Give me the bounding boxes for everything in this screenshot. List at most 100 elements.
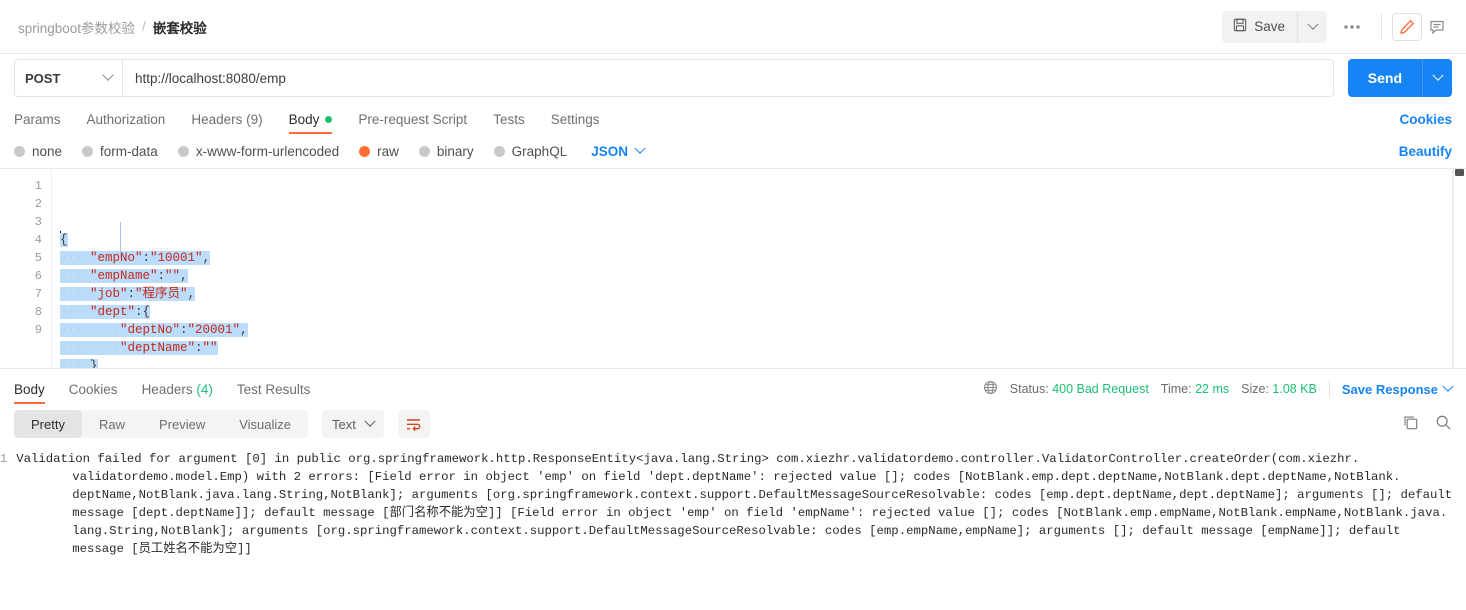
- editor-line[interactable]: ····"empName":"",: [60, 267, 1466, 285]
- size-value: 1.08 KB: [1272, 382, 1317, 396]
- save-response-label: Save Response: [1341, 381, 1438, 397]
- tab-body[interactable]: Body: [288, 112, 333, 134]
- indent-guide: [120, 222, 122, 258]
- radio-icon: [418, 145, 430, 157]
- meta-divider: [1328, 381, 1330, 397]
- size-label: Size:: [1241, 382, 1269, 396]
- body-type-form-data[interactable]: form-data: [82, 144, 158, 159]
- body-type-binary[interactable]: binary: [418, 143, 474, 159]
- tab-pre-request-script[interactable]: Pre-request Script: [358, 112, 467, 134]
- view-mode-raw[interactable]: Raw: [82, 410, 142, 438]
- url-input[interactable]: http://localhost:8080/emp: [122, 59, 1334, 97]
- response-body-viewer[interactable]: 1 Validation failed for argument [0] in …: [0, 444, 1466, 610]
- body-type-raw[interactable]: raw: [359, 144, 399, 159]
- view-mode-segmented-control: Pretty Raw Preview Visualize: [14, 410, 309, 438]
- view-mode-pretty[interactable]: Pretty: [14, 410, 82, 438]
- word-wrap-button[interactable]: [397, 410, 430, 438]
- edit-mode-button[interactable]: [1392, 12, 1422, 41]
- tab-label: Settings: [550, 112, 600, 127]
- cookies-link[interactable]: Cookies: [1399, 112, 1452, 134]
- tab-tests[interactable]: Tests: [493, 112, 525, 134]
- comments-button[interactable]: [1422, 13, 1452, 41]
- editor-line-numbers: 1 2 3 4 5 6 7 8 9: [0, 169, 52, 368]
- body-type-x-www-form-urlencoded[interactable]: x-www-form-urlencoded: [177, 144, 339, 159]
- tab-headers[interactable]: Headers (9): [191, 112, 262, 134]
- response-meta: Status: 400 Bad Request Time: 22 ms Size…: [983, 380, 1454, 404]
- tab-authorization[interactable]: Authorization: [87, 112, 166, 134]
- body-type-label: binary: [436, 143, 474, 159]
- body-type-none[interactable]: none: [14, 144, 62, 159]
- send-button[interactable]: Send: [1348, 59, 1422, 97]
- save-response-button[interactable]: Save Response: [1341, 380, 1454, 397]
- editor-code[interactable]: {····"empNo":"10001", ····"empName":"", ··…: [52, 169, 1466, 368]
- network-globe-icon[interactable]: [983, 380, 998, 398]
- body-type-label: none: [32, 143, 63, 159]
- send-button-group: Send: [1347, 59, 1452, 97]
- status-label: Status:: [1009, 382, 1049, 396]
- url-input-value: http://localhost:8080/emp: [135, 70, 286, 86]
- beautify-link[interactable]: Beautify: [1399, 144, 1452, 159]
- editor-vertical-scrollbar[interactable]: [1453, 169, 1466, 368]
- editor-line-number: 4: [34, 233, 42, 247]
- tab-label: Headers (9): [191, 112, 263, 127]
- save-button[interactable]: Save: [1222, 11, 1297, 43]
- editor-line-number: 5: [34, 251, 42, 265]
- tab-label: Body: [288, 112, 320, 127]
- body-type-graphql[interactable]: GraphQL: [493, 143, 568, 159]
- view-mode-visualize[interactable]: Visualize: [222, 410, 308, 438]
- response-format-value: Text: [332, 416, 356, 432]
- response-format-select[interactable]: Text: [322, 410, 384, 438]
- editor-line-number: 7: [34, 287, 42, 301]
- tab-label: Cookies: [68, 382, 118, 397]
- tab-label: Body: [14, 382, 45, 397]
- time-value: 22 ms: [1195, 382, 1230, 396]
- editor-line[interactable]: ····"job":"程序员",: [60, 285, 1466, 303]
- response-toolbar-actions: [1402, 414, 1452, 434]
- editor-line[interactable]: ····}: [60, 357, 1466, 368]
- response-body-line: Validation failed for argument [0] in pu…: [16, 452, 1360, 466]
- save-dropdown-button[interactable]: [1297, 10, 1327, 43]
- scrollbar-thumb[interactable]: [1455, 169, 1464, 176]
- body-type-label: GraphQL: [511, 143, 568, 159]
- response-body-line: lang.String,NotBlank]; arguments [org.sp…: [72, 524, 1401, 538]
- editor-line-number: 1: [34, 179, 42, 193]
- breadcrumb-separator: /: [142, 19, 146, 34]
- response-tab-cookies[interactable]: Cookies: [69, 382, 118, 404]
- tab-label: Tests: [493, 112, 525, 127]
- tab-params[interactable]: Params: [14, 112, 61, 134]
- editor-line[interactable]: ········"deptNo":"20001",: [60, 321, 1466, 339]
- copy-button[interactable]: [1402, 414, 1419, 434]
- editor-line-number: 3: [34, 215, 42, 229]
- tab-label: Headers: [141, 382, 193, 397]
- chevron-down-icon: [364, 415, 376, 427]
- tab-label: Authorization: [86, 112, 166, 127]
- response-line-number: 1: [0, 452, 8, 466]
- body-format-select[interactable]: JSON: [591, 142, 646, 159]
- editor-line[interactable]: ····"empNo":"10001",: [60, 249, 1466, 267]
- editor-line[interactable]: {: [60, 231, 1466, 249]
- copy-icon: [1404, 416, 1418, 430]
- request-body-editor[interactable]: 1 2 3 4 5 6 7 8 9 {····"empNo":"10001", ····"empN…: [0, 168, 1466, 369]
- send-dropdown-button[interactable]: [1422, 59, 1452, 97]
- tab-settings[interactable]: Settings: [551, 112, 600, 134]
- radio-icon: [82, 145, 94, 157]
- response-tab-headers[interactable]: Headers (4): [142, 382, 213, 404]
- view-mode-preview[interactable]: Preview: [142, 410, 222, 438]
- time-label: Time:: [1160, 382, 1192, 396]
- search-button[interactable]: [1435, 414, 1452, 434]
- breadcrumb-current[interactable]: 嵌套校验: [153, 17, 207, 37]
- response-tab-test-results[interactable]: Test Results: [237, 382, 311, 404]
- tab-label: Params: [14, 112, 61, 127]
- editor-line-number: 8: [34, 305, 42, 319]
- more-actions-button[interactable]: [1333, 11, 1371, 43]
- editor-line[interactable]: ····"dept":{: [60, 303, 1466, 321]
- response-body-line: message [dept.deptName]]; default messag…: [72, 506, 1448, 520]
- editor-line-number: 9: [34, 323, 42, 337]
- breadcrumb-parent[interactable]: springboot参数校验: [18, 17, 135, 37]
- word-wrap-icon: [407, 418, 421, 431]
- response-tab-body[interactable]: Body: [14, 382, 45, 404]
- editor-line[interactable]: ········"deptName":"": [60, 339, 1466, 357]
- http-method-select[interactable]: POST: [14, 59, 122, 97]
- top-bar: springboot参数校验 / 嵌套校验 Save: [0, 0, 1466, 54]
- editor-line-number: 6: [34, 269, 42, 283]
